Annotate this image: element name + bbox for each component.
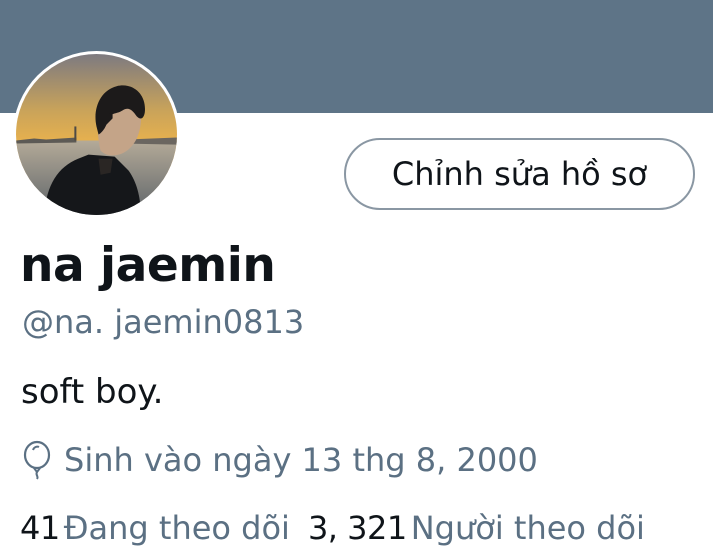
avatar-photo xyxy=(16,54,177,215)
bio: soft boy. xyxy=(21,372,164,412)
display-name: na jaemin xyxy=(20,238,276,293)
edit-profile-button[interactable]: Chỉnh sửa hồ sơ xyxy=(344,138,695,210)
birthday-text: Sinh vào ngày 13 thg 8, 2000 xyxy=(64,441,538,479)
followers-count: 3, 321 xyxy=(307,509,407,547)
following-link[interactable]: 41 Đang theo dõi xyxy=(20,509,290,547)
follow-stats: 41 Đang theo dõi 3, 321 Người theo dõi xyxy=(20,509,645,547)
profile-page: Chỉnh sửa hồ sơ na jaemin @na. jaemin081… xyxy=(0,0,713,559)
avatar[interactable] xyxy=(13,51,180,218)
following-label: Đang theo dõi xyxy=(63,509,290,547)
balloon-icon xyxy=(23,440,51,480)
birthday-row: Sinh vào ngày 13 thg 8, 2000 xyxy=(20,440,538,480)
followers-label: Người theo dõi xyxy=(410,509,645,547)
following-count: 41 xyxy=(20,509,60,547)
username-handle: @na. jaemin0813 xyxy=(22,303,305,341)
followers-link[interactable]: 3, 321 Người theo dõi xyxy=(308,509,645,547)
